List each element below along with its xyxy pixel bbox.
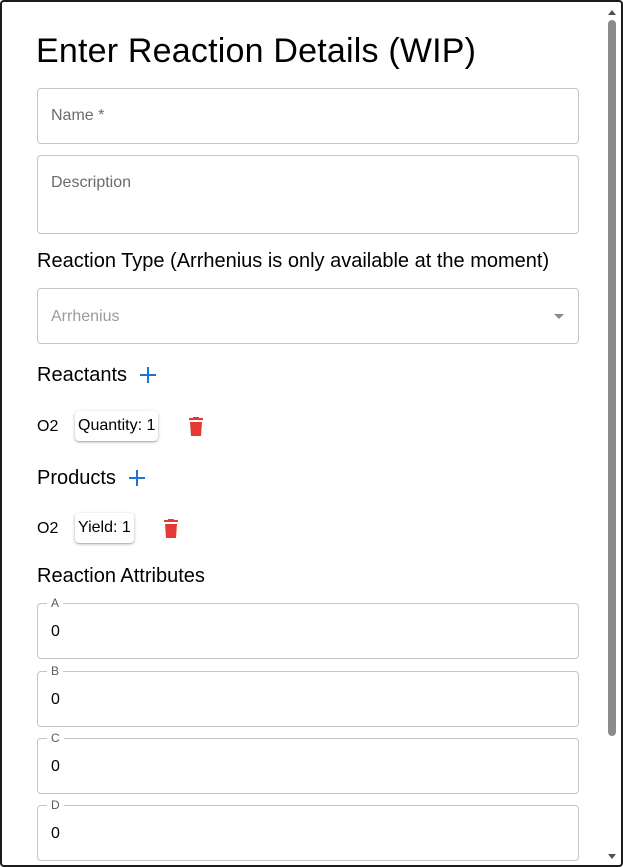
attribute-c-field[interactable]: C 0: [37, 731, 579, 794]
products-label: Products: [37, 467, 116, 489]
reaction-attributes-label: Reaction Attributes: [37, 565, 205, 587]
reactants-label: Reactants: [37, 364, 128, 386]
reactant-name: O2: [37, 418, 59, 435]
page-title: Enter Reaction Details (WIP): [36, 32, 477, 70]
attribute-b-label: B: [47, 664, 64, 678]
scroll-down-arrow-icon[interactable]: [608, 854, 616, 859]
attribute-c-value: 0: [51, 758, 60, 775]
reaction-type-select[interactable]: Arrhenius: [37, 288, 579, 344]
attribute-b-field[interactable]: B 0: [37, 664, 579, 727]
attribute-b-value: 0: [51, 691, 60, 708]
attribute-a-value: 0: [51, 623, 60, 640]
reactant-quantity-chip[interactable]: Quantity: 1: [75, 411, 159, 441]
attribute-d-value: 0: [51, 825, 60, 842]
attribute-a-label: A: [47, 596, 64, 610]
reaction-type-value: Arrhenius: [51, 308, 120, 325]
description-placeholder: Description: [51, 174, 132, 191]
name-field[interactable]: Name *: [37, 88, 579, 144]
attribute-d-field[interactable]: D 0: [37, 798, 579, 861]
scrollbar-thumb[interactable]: [608, 20, 616, 736]
reaction-form-dialog: Enter Reaction Details (WIP) Name * Desc…: [0, 0, 623, 867]
attribute-a-field[interactable]: A 0: [37, 596, 579, 659]
reaction-type-label: Reaction Type (Arrhenius is only availab…: [37, 250, 550, 272]
description-field[interactable]: Description: [37, 155, 579, 234]
vertical-scrollbar[interactable]: [605, 4, 619, 865]
attribute-c-label: C: [47, 731, 64, 745]
add-product-button[interactable]: [126, 467, 148, 489]
add-reactant-button[interactable]: [137, 364, 159, 386]
delete-reactant-button[interactable]: [187, 417, 205, 437]
delete-product-button[interactable]: [162, 519, 180, 539]
product-yield-chip[interactable]: Yield: 1: [75, 513, 134, 543]
caret-down-icon: [554, 314, 564, 319]
attribute-d-label: D: [47, 798, 64, 812]
scroll-up-arrow-icon[interactable]: [608, 10, 616, 15]
name-placeholder: Name *: [51, 107, 105, 124]
product-name: O2: [37, 520, 59, 537]
